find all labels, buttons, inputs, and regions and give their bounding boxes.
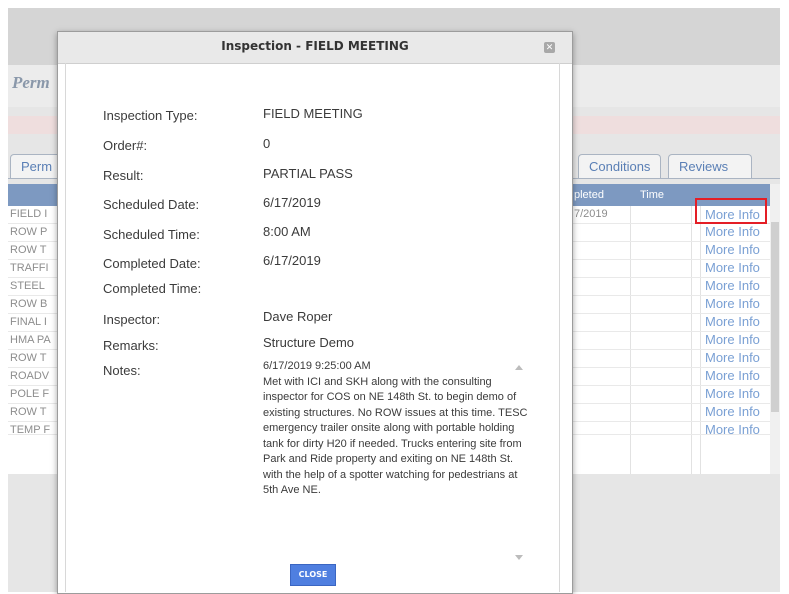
notes-line: emergency trailer onsite along with port… [263,422,515,434]
row-name: ROW T [10,352,47,364]
more-info-link[interactable]: More Info [705,260,760,275]
more-info-link[interactable]: More Info [705,368,760,383]
grid-scrollbar[interactable] [770,184,780,474]
row-name: FIELD I [10,208,48,220]
notes-textarea[interactable]: 6/17/2019 9:25:00 AM Met with ICI and SK… [263,359,528,566]
value-completed-date: 6/17/2019 [263,253,321,268]
row-name: ROW B [10,298,48,310]
notes-line: 5th Ave NE. [263,484,321,496]
label-inspector: Inspector: [103,312,161,327]
row-date: 7/2019 [574,208,608,220]
value-scheduled-time: 8:00 AM [263,224,311,239]
label-scheduled-date: Scheduled Date: [103,197,200,212]
notes-text: 6/17/2019 9:25:00 AM Met with ICI and SK… [263,359,528,499]
more-info-link[interactable]: More Info [705,404,760,419]
tab-conditions[interactable]: Conditions [578,154,662,179]
value-inspector: Dave Roper [263,309,333,324]
label-inspection-type: Inspection Type: [103,108,198,123]
more-info-link[interactable]: More Info [705,224,760,239]
value-result: PARTIAL PASS [263,166,353,181]
row-name: POLE F [10,388,50,400]
label-remarks: Remarks: [103,338,159,353]
more-info-link[interactable]: More Info [705,278,760,293]
row-name: ROADV [10,370,50,382]
tab-permit[interactable]: Perm [10,154,64,179]
scroll-up-icon[interactable] [515,365,523,370]
label-completed-time: Completed Time: [103,281,202,296]
row-name: HMA PA [10,334,51,346]
more-info-link[interactable]: More Info [705,314,760,329]
label-scheduled-time: Scheduled Time: [103,227,200,242]
notes-line: Park and Ride property and exiting on NE… [263,453,514,465]
row-name: ROW T [10,244,47,256]
notes-line: Met with ICI and SKH along with the cons… [263,375,492,388]
label-result: Result: [103,168,144,183]
value-scheduled-date: 6/17/2019 [263,195,321,210]
more-info-link[interactable]: More Info [705,350,760,365]
more-info-link[interactable]: More Info [705,422,760,434]
app-title: Perm [12,73,50,92]
row-name: TEMP F [10,424,51,435]
label-order: Order#: [103,138,148,153]
value-remarks: Structure Demo [263,335,355,350]
close-button[interactable]: CLOSE [290,564,336,586]
label-notes: Notes: [103,363,141,378]
notes-line: inspector for COS on NE 148th St. to beg… [263,391,517,403]
dialog-header: Inspection - FIELD MEETING ✕ [58,32,572,64]
scroll-down-icon[interactable] [515,555,523,560]
close-icon[interactable]: ✕ [544,42,555,53]
tab-reviews[interactable]: Reviews [668,154,752,179]
value-inspection-type: FIELD MEETING [263,106,363,121]
highlight-box [695,198,767,224]
row-name: STEEL [10,280,45,292]
notes-line: 6/17/2019 9:25:00 AM [263,360,371,372]
value-order: 0 [263,136,271,151]
header-completed[interactable]: pleted [574,184,604,206]
row-name: ROW T [10,406,47,418]
notes-line: tank for dirty H20 if needed. Trucks ent… [263,437,522,450]
inspection-dialog: Inspection - FIELD MEETING ✕ Inspection … [57,31,573,594]
notes-line: with the help of a spotter watching for … [263,468,518,481]
dialog-title: Inspection - FIELD MEETING [221,39,409,53]
notes-line: existing structures. No ROW issues at th… [263,406,528,419]
label-completed-date: Completed Date: [103,256,201,271]
notes-scrollbar[interactable] [512,359,526,566]
row-name: FINAL I [10,316,47,328]
more-info-link[interactable]: More Info [705,386,760,401]
more-info-link[interactable]: More Info [705,332,760,347]
more-info-link[interactable]: More Info [705,296,760,311]
more-info-link[interactable]: More Info [705,242,760,257]
header-time[interactable]: Time [640,184,664,206]
row-name: ROW P [10,226,48,238]
scrollbar-thumb[interactable] [771,222,779,412]
row-name: TRAFFI [10,262,49,274]
dialog-body: Inspection Type: FIELD MEETING Order#: 0… [65,63,560,592]
